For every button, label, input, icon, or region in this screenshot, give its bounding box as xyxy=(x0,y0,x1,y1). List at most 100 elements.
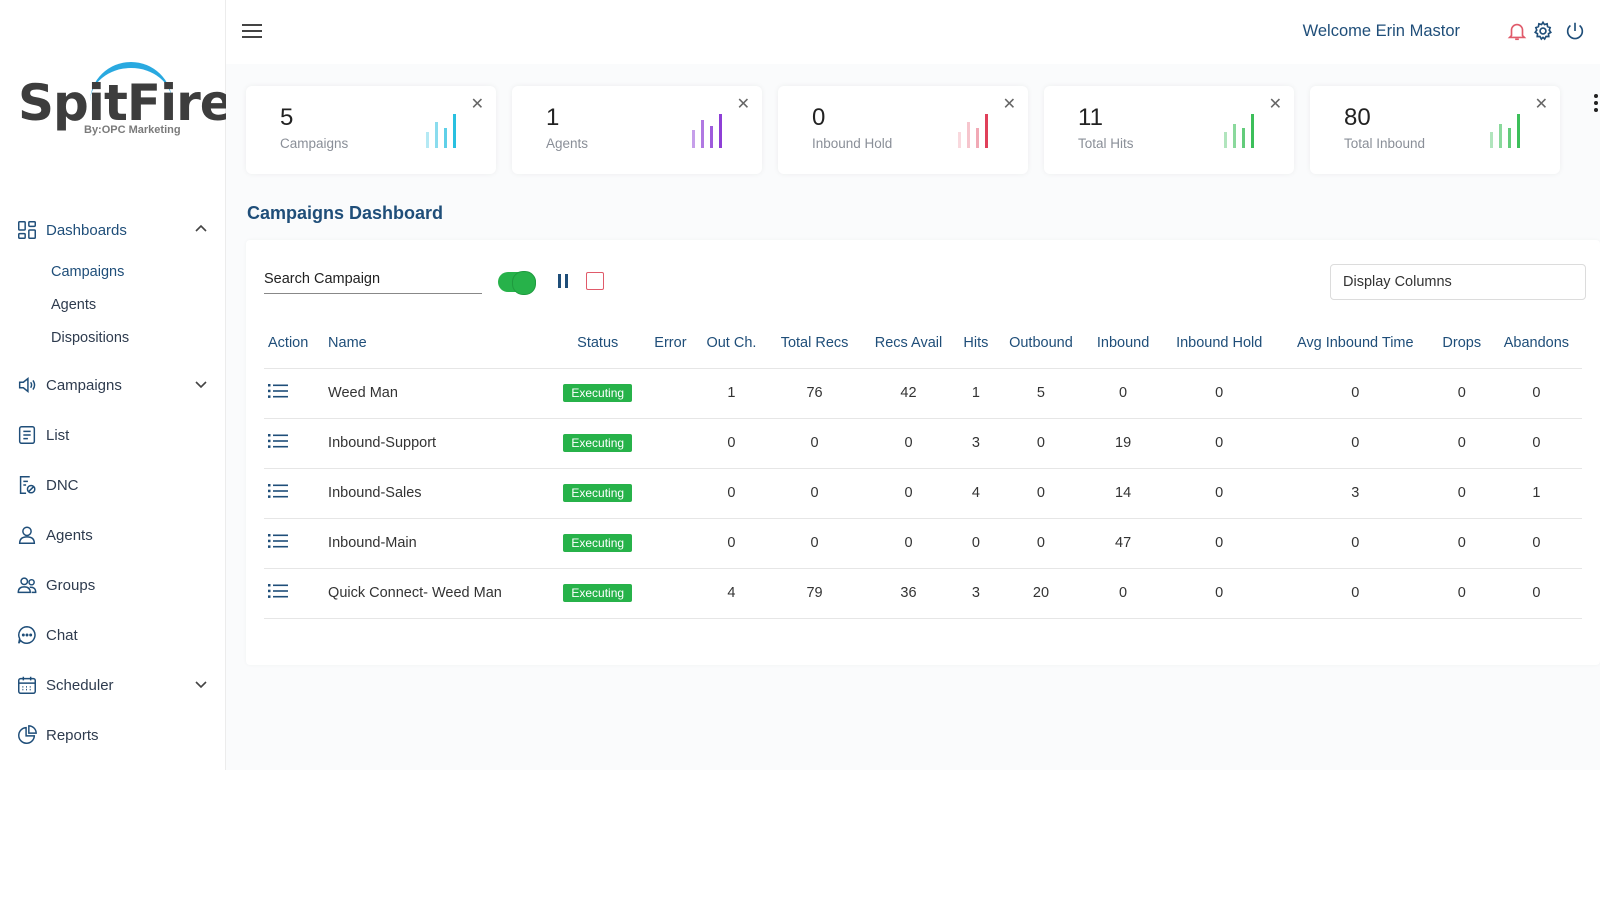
sidebar-item-reports[interactable]: Reports xyxy=(0,710,226,760)
cell-recs-avail: 0 xyxy=(861,518,956,569)
cell-name: Inbound-Main xyxy=(324,518,551,569)
power-icon[interactable] xyxy=(1564,20,1586,42)
column-header-out-ch[interactable]: Out Ch. xyxy=(695,318,768,369)
display-columns-button[interactable]: Display Columns xyxy=(1330,264,1586,300)
top-bar: Welcome Erin Mastor xyxy=(226,0,1600,64)
hamburger-menu-icon[interactable] xyxy=(242,24,262,40)
close-icon[interactable]: ✕ xyxy=(1269,94,1282,114)
sidebar-item-agents[interactable]: Agents xyxy=(0,510,226,560)
sidebar-item-dnc[interactable]: DNC xyxy=(0,460,226,510)
cell-inbound-hold: 0 xyxy=(1160,568,1278,619)
sidebar-subitem-dispositions[interactable]: Dispositions xyxy=(0,321,226,354)
bar-chart-icon xyxy=(958,114,988,148)
column-header-status[interactable]: Status xyxy=(550,318,646,369)
close-icon[interactable]: ✕ xyxy=(471,94,484,114)
stat-label: Total Inbound xyxy=(1344,136,1426,151)
cell-outbound: 0 xyxy=(996,468,1086,519)
column-header-drops[interactable]: Drops xyxy=(1432,318,1491,369)
logo[interactable]: SpitFire By:OPC Marketing xyxy=(18,58,234,148)
cell-name: Quick Connect- Weed Man xyxy=(324,568,551,619)
column-header-action[interactable]: Action xyxy=(264,318,325,369)
stop-button[interactable] xyxy=(586,272,604,290)
user-icon xyxy=(16,524,38,546)
column-header-inbound-hold[interactable]: Inbound Hold xyxy=(1160,318,1278,369)
cell-name: Inbound-Sales xyxy=(324,468,551,519)
close-icon[interactable]: ✕ xyxy=(737,94,750,114)
sidebar-subitem-campaigns[interactable]: Campaigns xyxy=(0,255,226,288)
list-menu-icon[interactable] xyxy=(268,583,288,599)
table-row: Weed Man Executing 1 76 42 1 5 0 0 0 0 0 xyxy=(264,368,1582,419)
cell-outbound: 5 xyxy=(996,368,1086,419)
bell-icon[interactable] xyxy=(1506,20,1528,42)
stat-card-total-hits: 11 Total Hits ✕ xyxy=(1044,86,1294,174)
cell-drops: 0 xyxy=(1432,418,1491,469)
chevron-down-icon[interactable] xyxy=(194,377,208,391)
column-header-error[interactable]: Error xyxy=(645,318,696,369)
cell-total-recs: 79 xyxy=(767,568,862,619)
list-menu-icon[interactable] xyxy=(268,433,288,449)
search-input[interactable] xyxy=(264,264,482,294)
status-badge: Executing xyxy=(563,534,633,552)
sidebar-item-campaigns[interactable]: Campaigns xyxy=(0,360,226,410)
toggle-switch[interactable] xyxy=(498,271,536,295)
cell-inbound-hold: 0 xyxy=(1160,368,1278,419)
column-header-name[interactable]: Name xyxy=(324,318,551,369)
table-header-row: Action Name Status Error Out Ch. Total R… xyxy=(264,318,1582,369)
cell-recs-avail: 36 xyxy=(861,568,956,619)
close-icon[interactable]: ✕ xyxy=(1535,94,1548,114)
chevron-up-icon[interactable] xyxy=(194,222,208,236)
cell-drops: 0 xyxy=(1432,518,1491,569)
pause-icon xyxy=(565,274,568,288)
pie-chart-icon xyxy=(16,724,38,746)
table-row: Inbound-Support Executing 0 0 0 3 0 19 0… xyxy=(264,418,1582,469)
campaigns-panel: Display Columns Action Name Status Error… xyxy=(246,240,1600,665)
cell-total-recs: 0 xyxy=(767,468,862,519)
app-root: SpitFire By:OPC Marketing Dashboards Cam… xyxy=(0,0,1600,914)
sidebar: SpitFire By:OPC Marketing Dashboards Cam… xyxy=(0,0,234,770)
pause-button[interactable] xyxy=(556,274,570,290)
sidebar-item-list[interactable]: List xyxy=(0,410,226,460)
column-header-recs-avail[interactable]: Recs Avail xyxy=(861,318,956,369)
sidebar-item-dashboards[interactable]: Dashboards xyxy=(0,205,226,255)
sidebar-subitem-agents[interactable]: Agents xyxy=(0,288,226,321)
column-header-hits[interactable]: Hits xyxy=(955,318,997,369)
cell-hits: 3 xyxy=(955,568,997,619)
cell-error xyxy=(645,568,696,619)
column-header-total-recs[interactable]: Total Recs xyxy=(767,318,862,369)
bar-chart-icon xyxy=(1224,114,1254,148)
cell-recs-avail: 0 xyxy=(861,418,956,469)
cell-recs-avail: 42 xyxy=(861,368,956,419)
status-badge: Executing xyxy=(563,434,633,452)
stat-value: 5 xyxy=(280,104,294,131)
cell-avg-inbound-time: 0 xyxy=(1277,518,1433,569)
list-menu-icon[interactable] xyxy=(268,383,288,399)
column-header-avg-inbound-time[interactable]: Avg Inbound Time xyxy=(1277,318,1433,369)
cell-inbound: 19 xyxy=(1085,418,1161,469)
list-menu-icon[interactable] xyxy=(268,483,288,499)
column-header-outbound[interactable]: Outbound xyxy=(996,318,1086,369)
sidebar-item-scheduler[interactable]: Scheduler xyxy=(0,660,226,710)
status-badge: Executing xyxy=(563,584,633,602)
logo-subtitle: By:OPC Marketing xyxy=(84,124,181,136)
stat-value: 11 xyxy=(1078,104,1103,131)
gear-icon[interactable] xyxy=(1532,20,1554,42)
cell-error xyxy=(645,368,696,419)
dnc-icon xyxy=(16,474,38,496)
more-vertical-icon[interactable] xyxy=(1594,94,1600,116)
cell-total-recs: 0 xyxy=(767,418,862,469)
sidebar-item-chat[interactable]: Chat xyxy=(0,610,226,660)
column-header-inbound[interactable]: Inbound xyxy=(1085,318,1161,369)
list-icon xyxy=(16,424,38,446)
speaker-icon xyxy=(16,374,38,396)
column-header-abandons[interactable]: Abandons xyxy=(1490,318,1582,369)
close-icon[interactable]: ✕ xyxy=(1003,94,1016,114)
page-title: Campaigns Dashboard xyxy=(247,203,444,223)
stat-card-total-inbound: 80 Total Inbound ✕ xyxy=(1310,86,1560,174)
stat-value: 1 xyxy=(546,104,560,131)
cell-avg-inbound-time: 0 xyxy=(1277,418,1433,469)
sidebar-item-groups[interactable]: Groups xyxy=(0,560,226,610)
table-row: Inbound-Sales Executing 0 0 0 4 0 14 0 3… xyxy=(264,468,1582,519)
chevron-down-icon[interactable] xyxy=(194,677,208,691)
list-menu-icon[interactable] xyxy=(268,533,288,549)
sidebar-item-label: Scheduler xyxy=(46,676,114,694)
